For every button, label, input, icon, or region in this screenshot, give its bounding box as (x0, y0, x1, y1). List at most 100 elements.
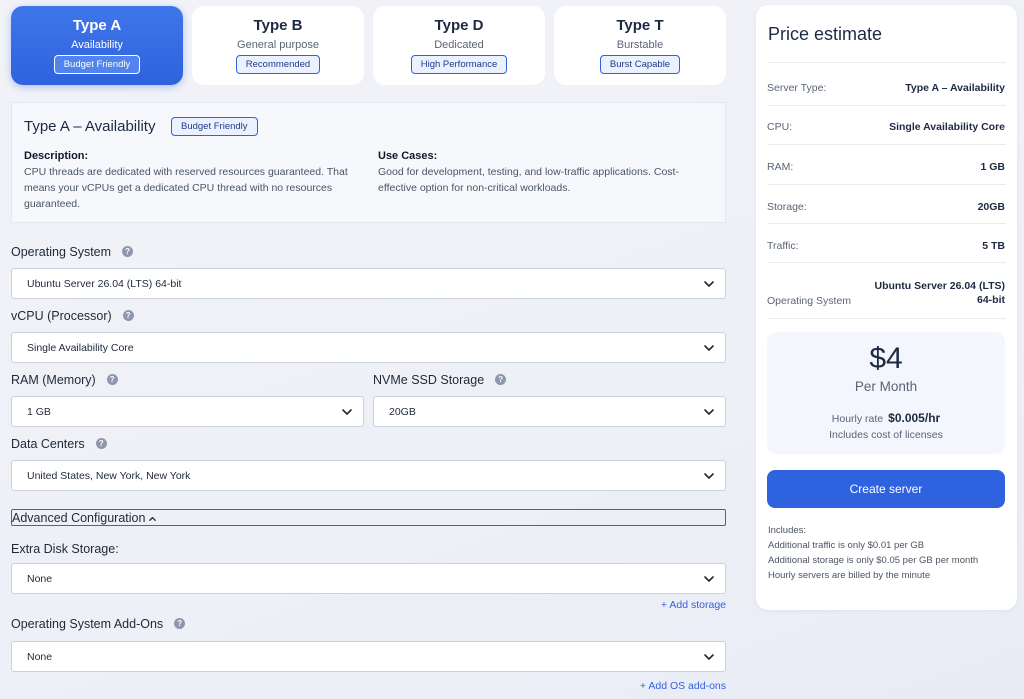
divider (767, 262, 1006, 263)
help-icon[interactable]: ? (95, 438, 107, 449)
type-title: Type A (72, 17, 122, 34)
type-subtitle: Dedicated (434, 39, 484, 51)
divider (767, 184, 1006, 185)
tab-type-d[interactable]: Type D Dedicated High Performance (373, 6, 545, 85)
add-storage-link[interactable]: + Add storage (661, 599, 726, 611)
type-subtitle: General purpose (237, 39, 319, 51)
type-subtitle: Availability (71, 39, 123, 51)
chevron-down-icon (704, 345, 714, 351)
extra-disk-select-value: None (27, 573, 53, 585)
storage-label: NVMe SSD Storage? (373, 373, 507, 387)
type-title: Type B (253, 17, 303, 34)
os-select[interactable]: Ubuntu Server 26.04 (LTS) 64-bit (11, 268, 726, 299)
datacenter-select[interactable]: United States, New York, New York (11, 460, 726, 491)
includes-item: Additional storage is only $0.05 per GB … (768, 555, 979, 566)
extra-disk-label: Extra Disk Storage: (11, 542, 119, 556)
ram-label: RAM (Memory)? (11, 373, 118, 387)
estimate-value: 64-bit (976, 294, 1005, 306)
estimate-value: Type A – Availability (905, 82, 1005, 94)
os-addons-select[interactable]: None (11, 641, 726, 672)
storage-label-text: NVMe SSD Storage (373, 373, 485, 387)
monthly-price: $4 (869, 342, 903, 375)
storage-select-value: 20GB (389, 406, 416, 418)
tab-type-t[interactable]: Type T Burstable Burst Capable (554, 6, 726, 85)
type-description-panel: Type A – Availability Budget Friendly De… (11, 102, 726, 223)
estimate-label: CPU: (767, 121, 793, 133)
estimate-value: 5 TB (982, 240, 1005, 252)
type-title: Type T (616, 17, 664, 34)
estimate-row-os: Operating System Ubuntu Server 26.04 (LT… (767, 279, 1005, 309)
description-heading: Description: (24, 150, 89, 162)
storage-select[interactable]: 20GB (373, 396, 726, 427)
divider (767, 144, 1006, 145)
price-period: Per Month (854, 379, 918, 394)
divider (767, 318, 1006, 319)
chevron-down-icon (704, 473, 714, 479)
type-badge: Recommended (235, 55, 321, 74)
help-icon[interactable]: ? (122, 246, 134, 257)
use-cases-heading: Use Cases: (378, 150, 438, 162)
datacenter-select-value: United States, New York, New York (27, 470, 191, 482)
estimate-value: 20GB (977, 201, 1005, 213)
divider (767, 62, 1006, 63)
estimate-value: 1 GB (980, 161, 1005, 173)
estimate-label: Storage: (767, 201, 807, 213)
includes-list: Includes: Additional traffic is only $0.… (768, 523, 978, 583)
estimate-label: Traffic: (767, 240, 799, 252)
hourly-rate-label: Hourly rate (831, 413, 884, 425)
help-icon[interactable]: ? (106, 374, 118, 385)
vcpu-select[interactable]: Single Availability Core (11, 332, 726, 363)
os-label: Operating System? (11, 245, 134, 259)
price-summary: $4 Per Month Hourly rate $0.005/hr Includ… (767, 332, 1005, 454)
tab-type-a[interactable]: Type A Availability Budget Friendly (11, 6, 183, 85)
ram-select[interactable]: 1 GB (11, 396, 364, 427)
help-icon[interactable]: ? (495, 374, 507, 385)
datacenter-label-text: Data Centers (11, 437, 85, 451)
description-badge: Budget Friendly (171, 117, 258, 136)
chevron-down-icon (704, 281, 714, 287)
type-subtitle: Burstable (616, 39, 664, 51)
os-addons-label-text: Operating System Add-Ons (11, 617, 164, 631)
hourly-rate: Hourly rate $0.005/hr (767, 411, 1005, 425)
os-addons-select-value: None (27, 651, 53, 663)
os-label-text: Operating System (11, 245, 112, 259)
os-select-value: Ubuntu Server 26.04 (LTS) 64-bit (27, 278, 182, 290)
vcpu-label: vCPU (Processor)? (11, 309, 134, 323)
advanced-configuration-label: Advanced Configuration (12, 511, 146, 525)
create-server-button[interactable]: Create server (767, 470, 1005, 508)
use-cases-text: Good for development, testing, and low-t… (378, 166, 679, 194)
help-icon[interactable]: ? (122, 310, 134, 321)
description-title: Type A – Availability (24, 118, 156, 135)
chevron-down-icon (704, 654, 714, 660)
includes-item: Hourly servers are billed by the minute (768, 570, 931, 581)
ram-label-text: RAM (Memory) (11, 373, 96, 387)
type-title: Type D (434, 17, 484, 34)
vcpu-select-value: Single Availability Core (27, 342, 134, 354)
estimate-value: Ubuntu Server 26.04 (LTS) (874, 280, 1005, 292)
chevron-up-icon (149, 516, 156, 521)
divider (767, 105, 1006, 106)
chevron-down-icon (704, 409, 714, 415)
datacenter-label: Data Centers? (11, 437, 107, 451)
chevron-down-icon (704, 576, 714, 582)
estimate-label: Server Type: (767, 82, 827, 94)
ram-select-value: 1 GB (27, 406, 51, 418)
tab-type-b[interactable]: Type B General purpose Recommended (192, 6, 364, 85)
type-badge: Burst Capable (599, 55, 681, 74)
use-cases-column: Use Cases: Good for development, testing… (378, 150, 713, 196)
help-icon[interactable]: ? (174, 618, 186, 629)
hourly-rate-value: $0.005/hr (888, 411, 941, 425)
description-text: CPU threads are dedicated with reserved … (24, 166, 348, 210)
divider (767, 223, 1006, 224)
includes-item: Additional traffic is only $0.01 per GB (768, 540, 925, 551)
estimate-label: Operating System (767, 295, 852, 307)
chevron-down-icon (342, 409, 352, 415)
type-badge: High Performance (410, 55, 508, 74)
add-os-addons-link[interactable]: + Add OS add-ons (640, 680, 726, 692)
advanced-configuration-toggle[interactable]: Advanced Configuration (11, 509, 726, 526)
price-estimate-panel: Price estimate Server Type: Type A – Ava… (756, 5, 1017, 610)
licenses-note: Includes cost of licenses (829, 429, 943, 441)
os-addons-label: Operating System Add-Ons? (11, 617, 186, 631)
description-column: Description: CPU threads are dedicated w… (24, 150, 359, 212)
extra-disk-select[interactable]: None (11, 563, 726, 594)
